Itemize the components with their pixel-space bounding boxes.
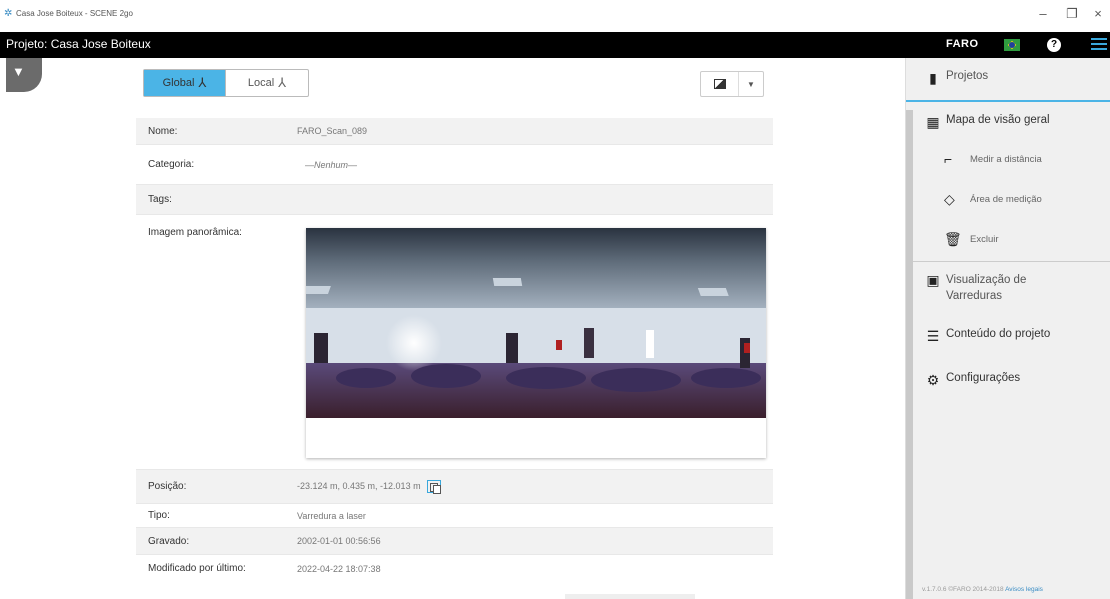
sidebar-item-settings[interactable]: ⚙ Configurações — [906, 372, 1110, 389]
restore-button[interactable]: ❐ — [1062, 6, 1082, 22]
chevron-down-icon[interactable]: ▼ — [739, 72, 763, 96]
image-icon: ▣ — [926, 272, 940, 288]
settings-label: Configurações — [946, 372, 1021, 384]
axis-icon: ⅄ — [278, 75, 287, 90]
help-button[interactable]: ? — [1047, 38, 1061, 52]
sidebar-footer: v.1.7.0.6 ©FARO 2014-2018 Avisos legais — [922, 586, 1043, 593]
filter-button[interactable]: ▼ — [6, 58, 42, 92]
category-value[interactable]: —Nenhum— — [297, 160, 357, 170]
image-view-dropdown[interactable]: ▼ — [700, 71, 764, 97]
name-value: FARO_Scan_089 — [297, 126, 368, 136]
modified-label: Modificado por último: — [148, 563, 246, 574]
gear-icon: ⚙ — [926, 372, 940, 388]
local-label: Local — [247, 77, 275, 89]
type-row: Tipo: Varredura a laser — [136, 504, 773, 528]
projects-label: Projetos — [946, 70, 989, 82]
scan-view-line1: Visualização de — [946, 274, 1027, 286]
category-label: Categoria: — [148, 159, 195, 170]
trash-icon: 🗑 — [944, 231, 962, 247]
position-text: -23.124 m, 0.435 m, -12.013 m — [297, 480, 421, 491]
project-bar: Projeto: Casa Jose Boiteux FARO ? — [0, 32, 1110, 58]
global-label: Global — [162, 77, 195, 89]
sidebar-scrollbar[interactable] — [906, 110, 913, 599]
panorama-image[interactable] — [306, 228, 766, 458]
scan-view-label: Visualização de Varreduras — [946, 272, 1026, 304]
sidebar: ▮ Projetos ▦ Mapa de visão geral ⌐ Medir… — [905, 58, 1110, 599]
app-icon: ✲ — [4, 8, 13, 19]
sidebar-item-projects[interactable]: ▮ Projetos — [906, 70, 1110, 87]
measure-area-icon: ◇ — [944, 191, 955, 207]
faro-logo: FARO — [946, 38, 979, 50]
coordinate-toggle: Global ⅄ Local ⅄ — [143, 69, 309, 97]
sidebar-item-project-content[interactable]: ☰ Conteúdo do projeto — [906, 328, 1110, 345]
sidebar-item-measure-distance[interactable]: ⌐ Medir a distância — [944, 151, 1104, 167]
tags-label: Tags: — [148, 194, 172, 205]
category-row: Categoria: —Nenhum— — [136, 145, 773, 185]
sidebar-item-scan-view[interactable]: ▣ Visualização de Varreduras — [906, 272, 1110, 304]
legal-link[interactable]: Avisos legais — [1005, 586, 1043, 593]
sidebar-item-overview-map[interactable]: ▦ Mapa de visão geral — [906, 114, 1110, 131]
recorded-value: 2002-01-01 00:56:56 — [297, 536, 381, 546]
copy-icon[interactable] — [427, 480, 442, 494]
window-titlebar: ✲ Casa Jose Boiteux - SCENE 2go – ❐ × — [0, 0, 1110, 32]
delete-label: Excluir — [970, 234, 999, 245]
local-coordinates-button[interactable]: Local ⅄ — [226, 70, 308, 96]
image-icon[interactable] — [701, 72, 739, 96]
project-content-label: Conteúdo do projeto — [946, 328, 1051, 340]
projects-icon: ▮ — [929, 70, 937, 86]
position-value: -23.124 m, 0.435 m, -12.013 m — [297, 480, 442, 494]
sidebar-item-delete[interactable]: 🗑 Excluir — [944, 231, 1104, 248]
map-icon: ▦ — [926, 114, 940, 130]
window-title: Casa Jose Boiteux - SCENE 2go — [16, 9, 133, 18]
hamburger-menu-icon[interactable] — [1091, 38, 1107, 52]
project-title: Projeto: Casa Jose Boiteux — [6, 37, 151, 51]
modified-row: Modificado por último: 2022-04-22 18:07:… — [136, 555, 773, 582]
type-label: Tipo: — [148, 510, 170, 521]
filter-icon: ▼ — [12, 64, 25, 79]
name-label: Nome: — [148, 125, 178, 137]
type-value: Varredura a laser — [297, 510, 366, 521]
bottom-scroll-hint — [565, 594, 695, 599]
list-icon: ☰ — [926, 328, 940, 344]
language-flag-icon[interactable] — [1004, 39, 1020, 51]
sidebar-item-measure-area[interactable]: ◇ Área de medição — [944, 191, 1104, 208]
overview-map-label: Mapa de visão geral — [946, 114, 1050, 126]
recorded-row: Gravado: 2002-01-01 00:56:56 — [136, 528, 773, 555]
global-coordinates-button[interactable]: Global ⅄ — [144, 70, 226, 96]
scan-details-panel: Global ⅄ Local ⅄ ▼ Nome: FARO_Scan_089 C… — [44, 58, 900, 599]
measure-distance-label: Medir a distância — [970, 153, 1042, 165]
recorded-label: Gravado: — [148, 535, 190, 547]
version-text: v.1.7.0.6 ©FARO 2014-2018 — [922, 586, 1004, 593]
scan-view-line2: Varreduras — [946, 290, 1003, 302]
close-button[interactable]: × — [1088, 6, 1108, 21]
position-label: Posição: — [148, 481, 187, 492]
sidebar-active-indicator — [906, 100, 1110, 102]
measure-area-label: Área de medição — [970, 194, 1042, 205]
axis-icon: ⅄ — [198, 75, 207, 90]
modified-value: 2022-04-22 18:07:38 — [297, 563, 381, 574]
measure-distance-icon: ⌐ — [944, 151, 953, 167]
name-row: Nome: FARO_Scan_089 — [136, 118, 773, 145]
sidebar-divider — [913, 261, 1110, 262]
minimize-button[interactable]: – — [1033, 6, 1053, 21]
position-row: Posição: -23.124 m, 0.435 m, -12.013 m — [136, 470, 773, 504]
panorama-label: Imagem panorâmica: — [148, 227, 242, 238]
tags-row: Tags: — [136, 185, 773, 215]
